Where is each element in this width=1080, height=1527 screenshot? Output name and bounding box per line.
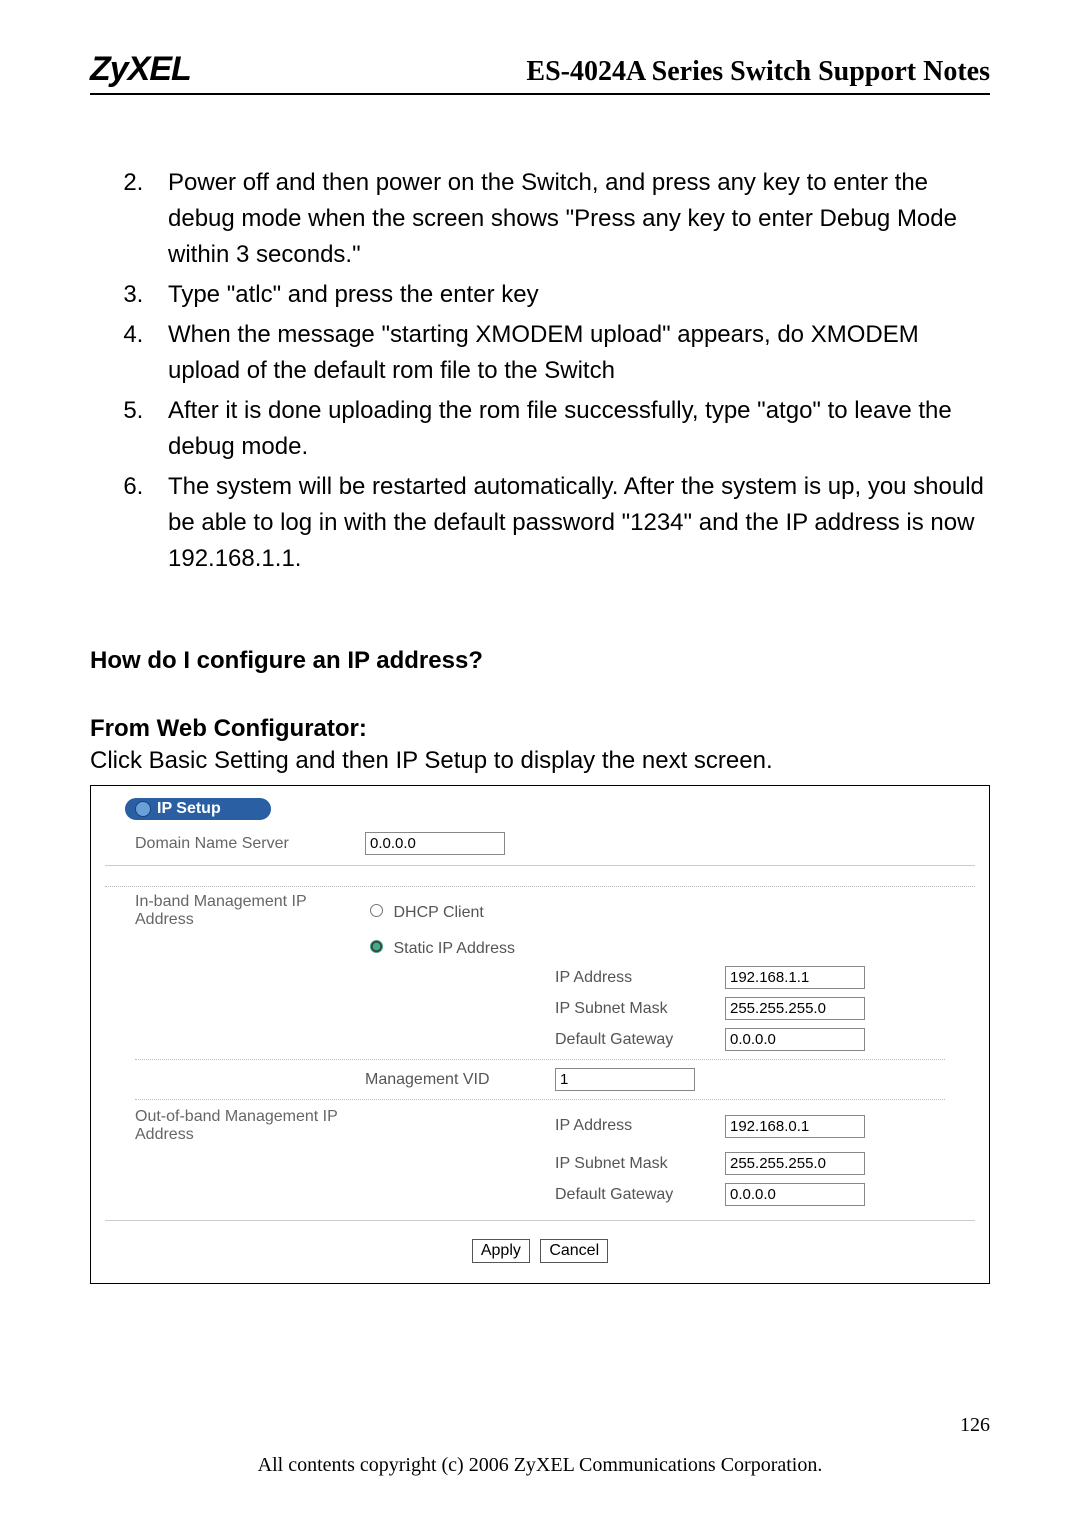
static-radio[interactable] [370, 940, 383, 953]
page-header: ZyXEL ES-4024A Series Switch Support Not… [90, 50, 990, 95]
footer-text: All contents copyright (c) 2006 ZyXEL Co… [0, 1454, 1080, 1477]
list-item: Type "atlc" and press the enter key [150, 277, 990, 313]
inband-ip-input[interactable] [725, 966, 865, 989]
inband-gw-row: Default Gateway [105, 1024, 975, 1055]
body-text: Click Basic Setting and then IP Setup to… [90, 747, 990, 775]
inband-mask-row: IP Subnet Mask [105, 993, 975, 1024]
oob-ip-input[interactable] [725, 1115, 865, 1138]
panel-tab: IP Setup [125, 798, 271, 820]
oob-mask-row: IP Subnet Mask [105, 1148, 975, 1179]
list-item: When the message "starting XMODEM upload… [150, 317, 990, 389]
page-number: 126 [960, 1414, 990, 1437]
dns-input[interactable] [365, 832, 505, 855]
ip-addr-label-2: IP Address [555, 1117, 725, 1135]
oob-label: Out-of-band Management IP Address [135, 1108, 365, 1144]
dhcp-radio-label[interactable]: DHCP Client [365, 901, 484, 922]
instruction-list: Power off and then power on the Switch, … [90, 165, 990, 577]
ip-setup-panel: IP Setup Domain Name Server In-band Mana… [90, 785, 990, 1284]
oob-gw-input[interactable] [725, 1183, 865, 1206]
subnet-label-2: IP Subnet Mask [555, 1155, 725, 1173]
inband-row: In-band Management IP Address DHCP Clien… [105, 886, 975, 933]
static-row: Static IP Address [105, 933, 975, 962]
inband-gw-input[interactable] [725, 1028, 865, 1051]
mgmt-vid-input[interactable] [555, 1068, 695, 1091]
mgmt-vid-row: Management VID [105, 1064, 975, 1095]
mgmt-vid-label: Management VID [365, 1071, 555, 1089]
logo-text: ZyXEL [90, 50, 191, 89]
sub-heading: From Web Configurator: [90, 715, 990, 743]
list-item: Power off and then power on the Switch, … [150, 165, 990, 273]
dns-label: Domain Name Server [135, 835, 365, 853]
static-text: Static IP Address [393, 940, 515, 957]
apply-button[interactable]: Apply [472, 1239, 530, 1263]
gateway-label: Default Gateway [555, 1031, 725, 1049]
oob-gw-row: Default Gateway [105, 1179, 975, 1210]
section-heading: How do I configure an IP address? [90, 647, 990, 675]
inband-ip-row: IP Address [105, 962, 975, 993]
subnet-label: IP Subnet Mask [555, 1000, 725, 1018]
inband-mask-input[interactable] [725, 997, 865, 1020]
panel-tab-label: IP Setup [157, 800, 221, 818]
cancel-button[interactable]: Cancel [540, 1239, 608, 1263]
list-item: The system will be restarted automatical… [150, 469, 990, 577]
oob-ip-row: Out-of-band Management IP Address IP Add… [105, 1104, 975, 1148]
dhcp-radio[interactable] [370, 904, 383, 917]
ip-addr-label: IP Address [555, 969, 725, 987]
oob-mask-input[interactable] [725, 1152, 865, 1175]
gateway-label-2: Default Gateway [555, 1186, 725, 1204]
list-item: After it is done uploading the rom file … [150, 393, 990, 465]
header-title: ES-4024A Series Switch Support Notes [526, 56, 990, 88]
button-row: Apply Cancel [105, 1239, 975, 1263]
static-radio-label[interactable]: Static IP Address [365, 937, 515, 958]
dhcp-text: DHCP Client [393, 904, 483, 921]
dns-row: Domain Name Server [105, 828, 975, 859]
inband-label: In-band Management IP Address [135, 893, 365, 929]
